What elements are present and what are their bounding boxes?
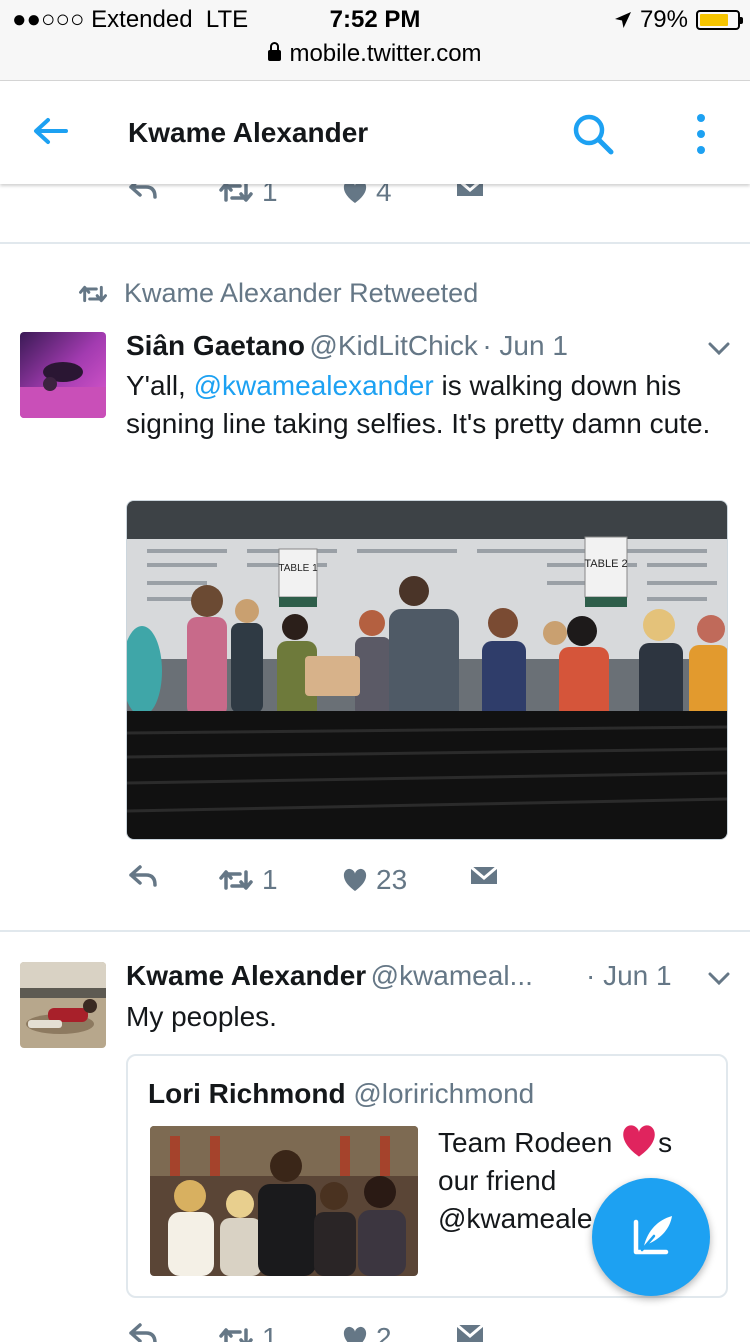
tweet-header: Kwame Alexander @kwameal... xyxy=(126,960,533,992)
dm-button[interactable] xyxy=(470,864,498,888)
more-options-icon[interactable] xyxy=(692,111,710,157)
quoted-text-part: Team Rodeen xyxy=(438,1127,621,1158)
heart-emoji-icon xyxy=(623,1125,655,1157)
like-count: 2 xyxy=(376,1322,392,1342)
divider xyxy=(0,930,750,932)
battery-fill xyxy=(700,14,729,26)
chevron-down-icon[interactable] xyxy=(708,342,730,356)
compose-tweet-button[interactable] xyxy=(592,1178,710,1296)
divider xyxy=(0,242,750,244)
retweet-button[interactable]: 1 xyxy=(218,864,278,896)
quoted-photo xyxy=(150,1126,418,1276)
heart-icon xyxy=(343,868,367,891)
reply-button[interactable] xyxy=(128,864,158,888)
like-button[interactable]: 23 xyxy=(342,864,407,896)
tweet-photo[interactable]: TABLE 1 TABLE 2 xyxy=(126,500,728,840)
retweet-button[interactable]: 1 xyxy=(218,1322,278,1342)
url-text: mobile.twitter.com xyxy=(289,40,482,67)
like-count: 23 xyxy=(376,864,408,895)
avatar[interactable] xyxy=(20,962,106,1048)
avatar-photo xyxy=(20,332,106,418)
tweet-text: Y'all, @kwamealexander is walking down h… xyxy=(126,367,716,443)
search-icon[interactable] xyxy=(570,111,616,157)
author-handle[interactable]: @KidLitChick xyxy=(309,330,477,361)
retweet-notice-text: Kwame Alexander Retweeted xyxy=(124,278,479,308)
quoted-author-name: Lori Richmond xyxy=(148,1078,346,1109)
avatar[interactable] xyxy=(20,332,106,418)
tweet-text-part: Y'all, xyxy=(126,370,194,401)
quoted-author-handle: @loririchmond xyxy=(353,1078,535,1109)
tweet-header: Siân Gaetano @KidLitChick · Jun 1 xyxy=(126,330,568,362)
like-button[interactable]: 2 xyxy=(342,1322,392,1342)
retweet-notice[interactable]: Kwame Alexander Retweeted xyxy=(78,278,478,309)
retweet-icon xyxy=(219,870,253,890)
tweet-actions: 1 2 xyxy=(0,1322,750,1342)
compose-quill-icon xyxy=(633,1216,672,1255)
avatar-photo xyxy=(20,962,106,1048)
reply-icon xyxy=(129,865,157,887)
tweet-text: My peoples. xyxy=(126,1001,277,1032)
author-name[interactable]: Siân Gaetano xyxy=(126,330,305,361)
chevron-down-icon[interactable] xyxy=(708,972,730,986)
location-arrow-icon xyxy=(614,12,631,28)
envelope-icon xyxy=(470,865,498,884)
tweet-date[interactable]: · Jun 1 xyxy=(482,330,568,361)
ios-status-bar: ●●○○○ Extended LTE 7:52 PM 79% mobile.tw… xyxy=(0,0,750,81)
battery-icon xyxy=(696,10,743,30)
signing-line-photo: TABLE 1 TABLE 2 xyxy=(127,501,727,839)
retweet-icon xyxy=(79,285,107,302)
heart-icon xyxy=(343,1326,367,1342)
quoted-tweet-header: Lori Richmond @loririchmond xyxy=(148,1078,534,1110)
battery-percent: 79% xyxy=(639,6,688,33)
tweet-date[interactable]: · Jun 1 xyxy=(586,960,672,992)
app-header: Kwame Alexander xyxy=(0,81,750,184)
author-handle[interactable]: @kwameal... xyxy=(371,960,533,991)
author-name[interactable]: Kwame Alexander xyxy=(126,960,366,991)
mention-link[interactable]: @kwamealexander xyxy=(194,370,434,401)
group-photo xyxy=(150,1126,418,1276)
status-right: 79% xyxy=(614,6,743,34)
table-2-sign: TABLE 2 xyxy=(584,558,627,570)
reply-icon xyxy=(129,1323,157,1342)
address-bar[interactable]: mobile.twitter.com xyxy=(0,40,750,68)
table-1-sign: TABLE 1 xyxy=(278,563,318,574)
back-arrow-icon[interactable] xyxy=(30,111,70,151)
retweet-count: 1 xyxy=(262,1322,278,1342)
envelope-icon xyxy=(456,1323,484,1342)
tweet-actions: 1 23 xyxy=(0,864,750,904)
dm-button[interactable] xyxy=(456,1322,484,1342)
retweet-icon xyxy=(219,1328,253,1342)
page-title: Kwame Alexander xyxy=(128,117,369,148)
reply-button[interactable] xyxy=(128,1322,158,1342)
retweet-count: 1 xyxy=(262,864,278,895)
lock-icon xyxy=(268,42,282,61)
